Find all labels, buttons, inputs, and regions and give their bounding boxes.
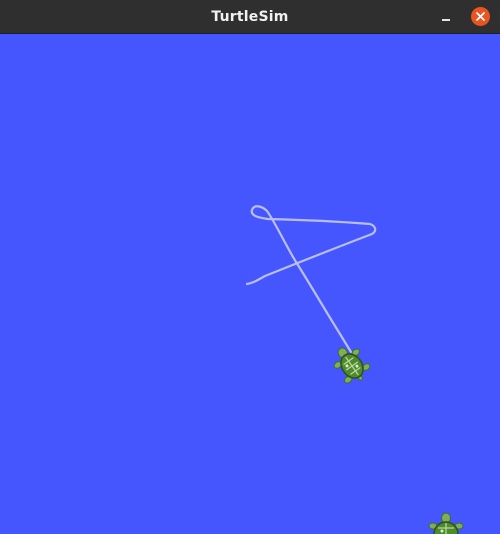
turtle-canvas	[0, 34, 500, 534]
turtlesim-window: TurtleSim ⋮	[0, 0, 500, 534]
minimize-button[interactable]	[437, 10, 455, 26]
turtle-icon	[333, 347, 371, 384]
title-bar[interactable]: TurtleSim ⋮	[0, 0, 500, 34]
close-button[interactable]	[471, 7, 490, 26]
close-icon	[476, 12, 485, 21]
window-title: TurtleSim	[211, 9, 289, 25]
pen-trail	[245, 205, 377, 354]
turtle-icon	[428, 512, 464, 534]
drawing-surface	[245, 205, 464, 534]
titlebar-edge-glyph: ⋮	[495, 9, 500, 25]
